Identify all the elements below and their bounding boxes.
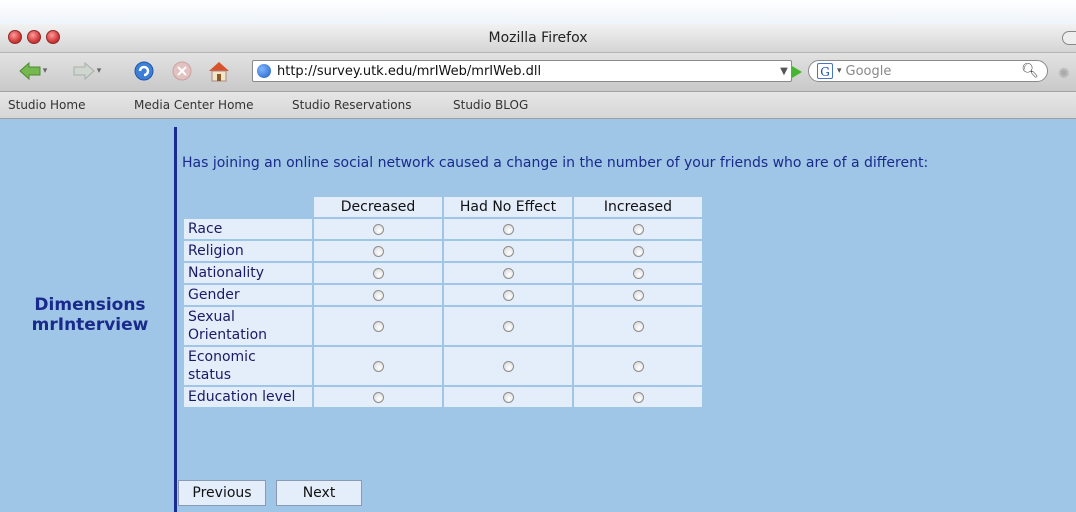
url-bar[interactable]: http://survey.utk.edu/mrIWeb/mrIWeb.dll …	[252, 60, 792, 82]
back-button[interactable]: ▾	[18, 59, 48, 83]
radio-race-no-effect[interactable]	[502, 223, 514, 235]
stop-button[interactable]	[170, 59, 194, 83]
search-engine-dropdown-icon[interactable]: ▾	[837, 66, 842, 76]
brand-logo-text: Dimensions mrInterview	[8, 295, 172, 335]
forward-arrow-icon	[73, 62, 95, 80]
site-globe-icon	[257, 64, 271, 78]
radio-nationality-decreased[interactable]	[372, 267, 384, 279]
next-button[interactable]: Next	[276, 480, 362, 506]
radio-race-increased[interactable]	[632, 223, 644, 235]
row-label-religion: Religion	[184, 241, 312, 261]
bookmarks-toolbar: Studio Home Media Center Home Studio Res…	[0, 92, 1076, 119]
brand-line-2: mrInterview	[31, 315, 149, 335]
response-grid: Decreased Had No Effect Increased Race R…	[182, 195, 704, 409]
grid-row-sexual-orientation: Sexual Orientation	[184, 307, 702, 345]
row-label-gender: Gender	[184, 285, 312, 305]
bookmark-studio-blog[interactable]: Studio BLOG	[453, 98, 528, 112]
bookmark-studio-home[interactable]: Studio Home	[8, 98, 85, 112]
radio-economic-status-decreased[interactable]	[372, 360, 384, 372]
radio-race-decreased[interactable]	[372, 223, 384, 235]
brand-line-1: Dimensions	[34, 295, 146, 315]
stop-icon	[172, 61, 192, 81]
radio-sexual-orientation-increased[interactable]	[632, 320, 644, 332]
back-arrow-icon	[18, 62, 41, 80]
radio-religion-no-effect[interactable]	[502, 245, 514, 257]
home-button[interactable]	[206, 59, 232, 83]
radio-education-level-increased[interactable]	[632, 391, 644, 403]
google-engine-icon[interactable]: G	[817, 63, 833, 79]
radio-religion-decreased[interactable]	[372, 245, 384, 257]
radio-religion-increased[interactable]	[632, 245, 644, 257]
grid-row-gender: Gender	[184, 285, 702, 305]
radio-gender-no-effect[interactable]	[502, 289, 514, 301]
activity-throbber-icon: ✺	[1058, 66, 1070, 82]
brand-divider	[174, 127, 177, 512]
row-label-education-level: Education level	[184, 387, 312, 407]
column-header-no-effect: Had No Effect	[444, 197, 572, 217]
reload-button[interactable]	[132, 59, 156, 83]
forward-dropdown-icon[interactable]: ▾	[97, 66, 102, 76]
home-icon	[209, 62, 229, 82]
title-bar: Mozilla Firefox	[0, 24, 1076, 53]
forward-button[interactable]: ▾	[72, 59, 102, 83]
survey-page: Dimensions mrInterview Has joining an on…	[0, 119, 1076, 512]
radio-sexual-orientation-no-effect[interactable]	[502, 320, 514, 332]
row-label-sexual-orientation: Sexual Orientation	[184, 307, 312, 345]
previous-button[interactable]: Previous	[178, 480, 266, 506]
back-dropdown-icon[interactable]: ▾	[43, 66, 48, 76]
browser-window: Mozilla Firefox ▾ ▾ http://survey.utk.ed…	[0, 24, 1076, 512]
reload-icon	[134, 61, 154, 81]
radio-gender-increased[interactable]	[632, 289, 644, 301]
navigation-toolbar: ▾ ▾ http://survey.utk.edu/mrIWeb/mrIWeb.…	[0, 53, 1076, 92]
radio-economic-status-increased[interactable]	[632, 360, 644, 372]
question-text: Has joining an online social network cau…	[182, 155, 929, 171]
bookmark-studio-reservations[interactable]: Studio Reservations	[292, 98, 411, 112]
row-label-race: Race	[184, 219, 312, 239]
column-header-increased: Increased	[574, 197, 702, 217]
window-title: Mozilla Firefox	[488, 30, 588, 46]
row-label-economic-status: Economic status	[184, 347, 312, 385]
radio-education-level-no-effect[interactable]	[502, 391, 514, 403]
bookmark-media-center-home[interactable]: Media Center Home	[134, 98, 254, 112]
column-header-decreased: Decreased	[314, 197, 442, 217]
top-background-strip	[0, 0, 1076, 24]
url-history-dropdown-icon[interactable]: ▼	[777, 66, 791, 77]
radio-nationality-increased[interactable]	[632, 267, 644, 279]
url-text[interactable]: http://survey.utk.edu/mrIWeb/mrIWeb.dll	[277, 64, 777, 79]
search-input[interactable]: Google	[846, 64, 1022, 79]
grid-row-education-level: Education level	[184, 387, 702, 407]
radio-sexual-orientation-decreased[interactable]	[372, 320, 384, 332]
grid-row-race: Race	[184, 219, 702, 239]
toolbar-toggle-pill[interactable]	[1062, 31, 1076, 45]
grid-corner	[184, 197, 312, 217]
go-arrow-icon[interactable]	[792, 66, 802, 78]
grid-row-nationality: Nationality	[184, 263, 702, 283]
row-label-nationality: Nationality	[184, 263, 312, 283]
radio-nationality-no-effect[interactable]	[502, 267, 514, 279]
radio-economic-status-no-effect[interactable]	[502, 360, 514, 372]
grid-row-religion: Religion	[184, 241, 702, 261]
radio-gender-decreased[interactable]	[372, 289, 384, 301]
grid-row-economic-status: Economic status	[184, 347, 702, 385]
magnifier-icon[interactable]: 🔍︎	[1021, 63, 1039, 79]
grid-header-row: Decreased Had No Effect Increased	[184, 197, 702, 217]
search-bar[interactable]: G ▾ Google 🔍︎	[808, 60, 1048, 82]
radio-education-level-decreased[interactable]	[372, 391, 384, 403]
